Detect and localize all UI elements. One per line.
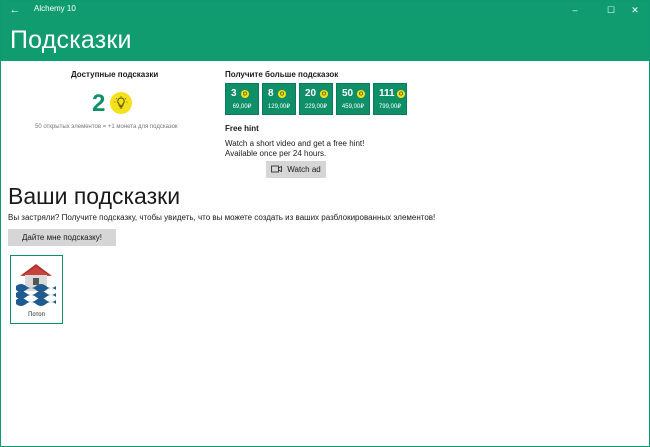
pack-amount: 111 bbox=[379, 88, 395, 99]
hint-pack-3[interactable]: 3 69,00₽ bbox=[225, 83, 259, 115]
available-hints-title: Доступные подсказки bbox=[71, 70, 159, 79]
coin-icon bbox=[278, 90, 286, 98]
available-hints-note: 50 открытых элементов = +1 монета для по… bbox=[35, 124, 178, 130]
back-button[interactable]: ← bbox=[7, 2, 23, 18]
give-hint-label: Дайте мне подсказку! bbox=[22, 233, 102, 242]
minimize-button[interactable]: – bbox=[561, 1, 589, 19]
app-window: ← Alchemy 10 – ☐ ✕ Подсказки Доступные п… bbox=[0, 0, 650, 447]
hint-pack-20[interactable]: 20 229,00₽ bbox=[299, 83, 333, 115]
coin-icon bbox=[241, 90, 249, 98]
hint-pack-50[interactable]: 50 459,00₽ bbox=[336, 83, 370, 115]
pack-price: 229,00₽ bbox=[304, 104, 328, 110]
lightbulb-icon bbox=[110, 92, 132, 114]
pack-price: 799,00₽ bbox=[378, 104, 402, 110]
hint-packs: 3 69,00₽ 8 129,00₽ 20 229,00₽ 50 459,00₽… bbox=[225, 83, 407, 115]
hint-pack-111[interactable]: 111 799,00₽ bbox=[373, 83, 407, 115]
your-hints-title: Ваши подсказки bbox=[8, 183, 181, 209]
free-hint-availability: Available once per 24 hours. bbox=[225, 149, 327, 158]
maximize-icon: ☐ bbox=[606, 4, 616, 15]
pack-amount: 50 bbox=[342, 88, 354, 99]
hint-count: 2 bbox=[92, 90, 106, 117]
video-camera-icon bbox=[271, 165, 283, 175]
page-title: Подсказки bbox=[10, 26, 132, 54]
hint-pack-8[interactable]: 8 129,00₽ bbox=[262, 83, 296, 115]
minimize-icon: – bbox=[572, 5, 578, 15]
back-arrow-icon: ← bbox=[9, 4, 21, 16]
app-title: Alchemy 10 bbox=[34, 4, 76, 13]
coin-icon bbox=[397, 90, 405, 98]
close-button[interactable]: ✕ bbox=[621, 1, 649, 19]
your-hints-subtitle: Вы застряли? Получите подсказку, чтобы у… bbox=[8, 213, 436, 222]
get-more-hints-title: Получите больше подсказок bbox=[225, 70, 339, 79]
page-header: Подсказки bbox=[1, 19, 649, 61]
watch-ad-label: Watch ad bbox=[287, 165, 321, 174]
pack-price: 129,00₽ bbox=[267, 104, 291, 110]
free-hint-description: Watch a short video and get a free hint! bbox=[225, 139, 365, 148]
watch-ad-button[interactable]: Watch ad bbox=[266, 161, 326, 178]
hint-item-label: Потоп bbox=[28, 312, 45, 318]
give-hint-button[interactable]: Дайте мне подсказку! bbox=[8, 229, 116, 246]
coin-icon bbox=[320, 90, 328, 98]
pack-amount: 20 bbox=[305, 88, 317, 99]
pack-price: 459,00₽ bbox=[341, 104, 365, 110]
pack-amount: 3 bbox=[231, 88, 237, 99]
pack-amount: 8 bbox=[268, 88, 274, 99]
title-bar: ← Alchemy 10 – ☐ ✕ bbox=[1, 1, 649, 19]
pack-price: 69,00₽ bbox=[232, 104, 252, 110]
coin-icon bbox=[357, 90, 365, 98]
hint-item-flood[interactable]: Потоп bbox=[10, 255, 63, 324]
close-icon: ✕ bbox=[631, 4, 639, 15]
free-hint-title: Free hint bbox=[225, 124, 259, 133]
flood-icon bbox=[14, 259, 59, 316]
